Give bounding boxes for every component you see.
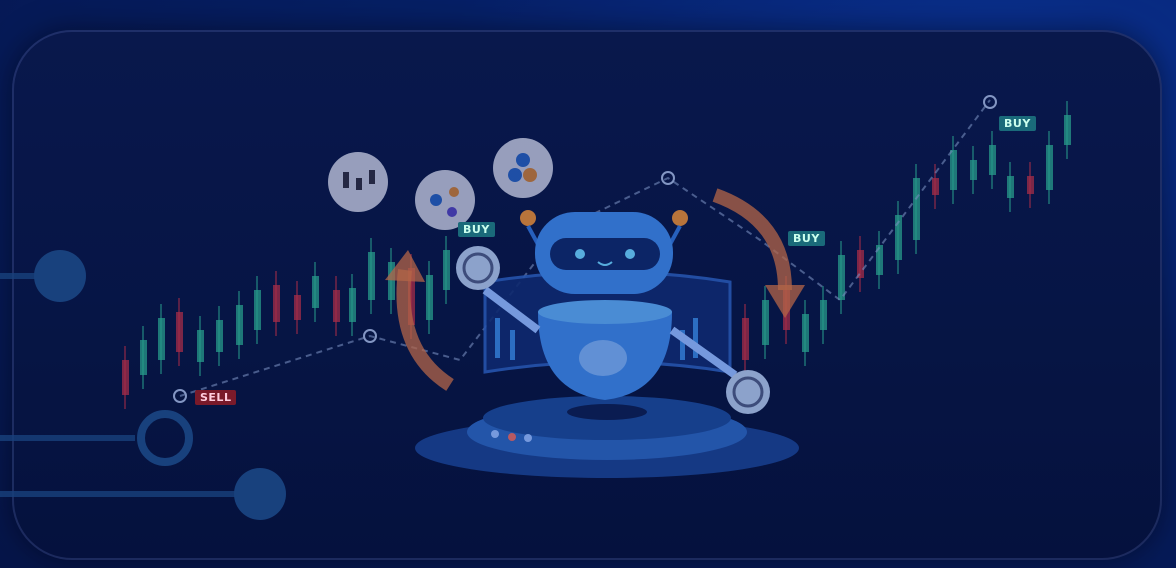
buy-tag: BUY [788,231,825,246]
sell-tag: SELL [195,390,237,405]
trading-bot-scene [0,0,1176,568]
buy-tag: BUY [458,222,495,237]
buy-tag: BUY [999,116,1036,131]
hero-illustration: BUY BUY BUY SELL [0,0,1176,568]
